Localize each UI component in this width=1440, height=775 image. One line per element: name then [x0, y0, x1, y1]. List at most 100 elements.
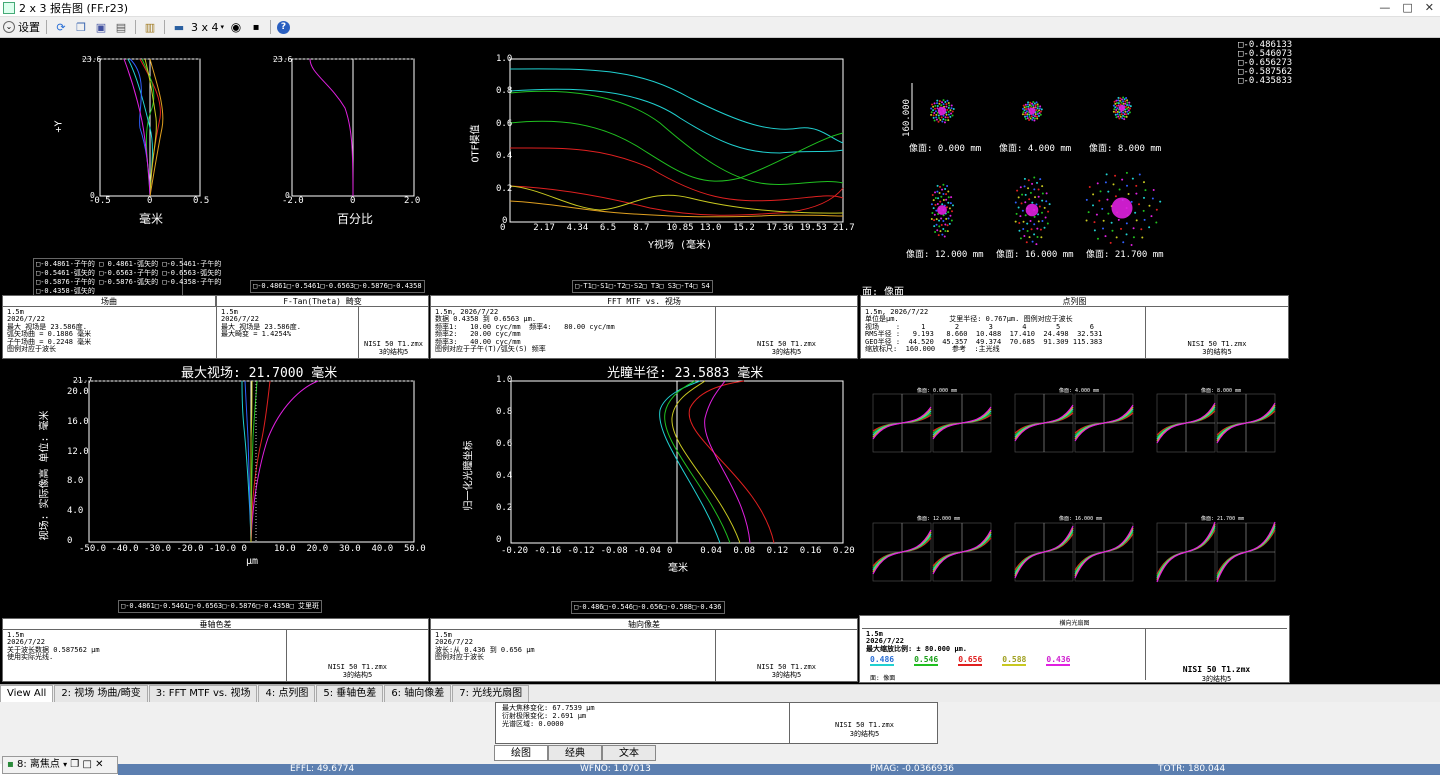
spot-12	[949, 202, 952, 205]
spot-12	[936, 184, 939, 187]
tab-plot[interactable]: 绘图	[494, 745, 548, 761]
legend-item: □ 0.4861-弧矢的	[99, 260, 159, 268]
spot-4	[1038, 107, 1041, 110]
spot-21	[1155, 221, 1158, 224]
clock-icon[interactable]: ◉	[228, 19, 244, 35]
maximize-icon[interactable]: □	[82, 759, 91, 770]
spot-4	[1030, 105, 1033, 108]
spot-12	[950, 196, 953, 199]
window-title: 2 x 3 报告图 (FF.r23)	[19, 2, 128, 15]
spot-0	[952, 108, 955, 111]
minimize-button[interactable]: —	[1379, 1, 1390, 14]
spot-16	[1036, 227, 1039, 230]
spot-21	[1099, 190, 1102, 193]
spot-16	[1029, 219, 1032, 222]
layout-button[interactable]: 3 x 4 ▾	[191, 19, 224, 35]
dist-ytick: 12.0	[67, 446, 89, 457]
stop-icon[interactable]: ▪	[248, 19, 264, 35]
axial-xtick: 0.04	[700, 546, 722, 556]
spot-12	[938, 225, 941, 228]
tab-text[interactable]: 文本	[602, 745, 656, 761]
spot-0	[946, 116, 949, 119]
panel-axial: 轴向像差 1.5m 2026/7/22 波长:从 0.436 到 0.656 μ…	[430, 618, 858, 682]
spot-0	[933, 102, 936, 105]
restore-icon[interactable]: ❐	[70, 759, 79, 770]
help-icon[interactable]: ?	[277, 20, 291, 34]
close-button[interactable]: ✕	[1425, 1, 1434, 14]
refresh-icon[interactable]: ⟳	[53, 19, 69, 35]
spot-16	[1037, 195, 1040, 198]
spot-12	[931, 211, 934, 214]
minimized-window[interactable]: ▪ 8: 离焦点 ▾ ❐ □ ✕	[2, 756, 118, 774]
spot-8	[1129, 107, 1132, 110]
panel-title: FFT MTF vs. 视场	[431, 296, 857, 307]
dist-ymax: 23.6	[273, 55, 293, 64]
tab-spot[interactable]: 4: 点列图	[258, 685, 316, 702]
panel-title: 横向光扇图	[862, 618, 1287, 629]
spot-4	[1035, 109, 1038, 112]
save-icon[interactable]: ▣	[93, 19, 109, 35]
spot-0	[946, 99, 949, 102]
spot-12	[940, 195, 943, 198]
tab-field-curve[interactable]: 2: 视场 场曲/畸变	[54, 685, 148, 702]
spot-12	[947, 201, 950, 204]
axial-ytick: 0.8	[496, 407, 513, 417]
lock-icon[interactable]: ▥	[142, 19, 158, 35]
spot-16	[1039, 178, 1042, 181]
spot-8	[1118, 104, 1126, 112]
settings-button[interactable]: ⌄ 设置	[3, 19, 40, 35]
tab-ray-fan[interactable]: 7: 光线光扇图	[452, 685, 530, 702]
spot-8	[1114, 111, 1117, 114]
spot-4	[1025, 110, 1028, 113]
window-icon[interactable]: ▬	[171, 19, 187, 35]
dist-curve	[309, 58, 354, 197]
spot-0	[939, 119, 942, 122]
spot-12	[937, 205, 947, 215]
tab-view-all[interactable]: View All	[0, 685, 54, 702]
panel-body: 1.5m, 2026/7/22 数据 0.4358 到 0.6563 μm. 频…	[435, 308, 615, 354]
dropdown-arrow-icon[interactable]: ▾	[63, 760, 67, 769]
axial-xtick: -0.20	[501, 546, 529, 556]
maximize-button[interactable]: □	[1402, 1, 1412, 14]
spot-scale: 160.000	[901, 99, 912, 137]
panel-body: 1.5m 2026/7/22 关于波长数据 0.587562 μm 使用实际光线…	[7, 631, 100, 662]
spot-16	[1038, 205, 1041, 208]
spot-16	[1045, 200, 1048, 203]
spot-0	[935, 116, 938, 119]
chevron-down-icon: ⌄	[3, 21, 15, 33]
tab-classic[interactable]: 经典	[548, 745, 602, 761]
spot-4	[1034, 117, 1037, 120]
axial-curve	[671, 380, 741, 544]
spot-8	[1112, 110, 1115, 113]
spot-4	[1032, 104, 1035, 107]
copy-icon[interactable]: ❐	[73, 19, 89, 35]
close-icon[interactable]: ✕	[95, 759, 103, 770]
fan-label: 像面: 4.000 mm	[1059, 388, 1100, 394]
spot-16	[1017, 196, 1020, 199]
spot-8	[1117, 115, 1120, 118]
tab-fft-mtf[interactable]: 3: FFT MTF vs. 视场	[148, 685, 258, 702]
print-icon[interactable]: ▤	[113, 19, 129, 35]
spot-0	[944, 100, 947, 103]
panel-file: NISI 50 T1.zmx	[834, 721, 894, 729]
spot-8	[1121, 98, 1124, 101]
spot-12	[947, 196, 950, 199]
spot-4	[1032, 100, 1035, 103]
tab-axial[interactable]: 6: 轴向像差	[384, 685, 452, 702]
spot-12	[946, 230, 949, 233]
spot-4	[1026, 117, 1029, 120]
spot-4	[1035, 115, 1038, 118]
dist-ytick: 8.0	[67, 476, 84, 487]
spot-16	[1041, 192, 1044, 195]
spot-21	[1141, 236, 1144, 239]
tab-lateral-color[interactable]: 5: 垂轴色差	[316, 685, 384, 702]
toolbar: ⌄ 设置 ⟳ ❐ ▣ ▤ ▥ ▬ 3 x 4 ▾ ◉ ▪ ?	[0, 17, 1440, 38]
spot-16	[1022, 227, 1025, 230]
spot-21	[1134, 211, 1137, 214]
panel-body: 1.5m 2026/7/22 波长:从 0.436 到 0.656 μm 图例对…	[435, 631, 535, 662]
spot-21	[1104, 235, 1107, 238]
spot-0	[942, 118, 945, 121]
spot-0	[946, 108, 949, 111]
fan-label: 像面: 8.000 mm	[1201, 388, 1242, 394]
spot-12	[937, 197, 940, 200]
